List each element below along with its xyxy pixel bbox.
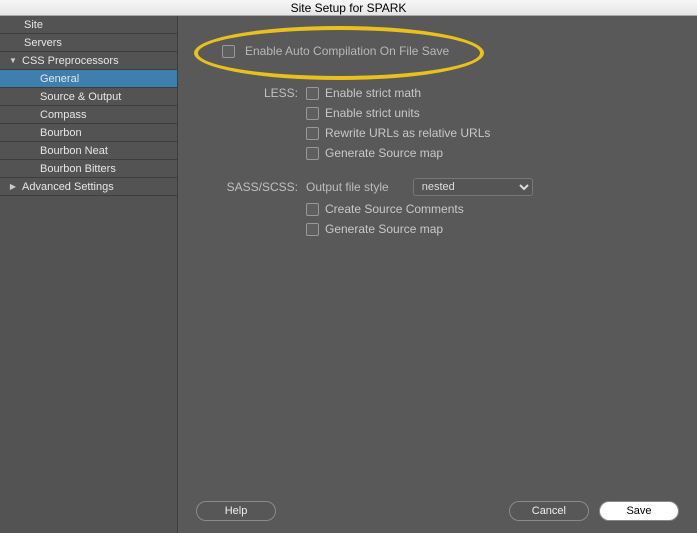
- less-strict-math-label: Enable strict math: [325, 86, 421, 100]
- less-rewrite-urls-label: Rewrite URLs as relative URLs: [325, 126, 490, 140]
- sidebar-item-site[interactable]: Site: [0, 16, 177, 34]
- chevron-right-icon: [6, 177, 20, 196]
- less-strict-units-checkbox[interactable]: [306, 107, 319, 120]
- sass-source-map-checkbox[interactable]: [306, 223, 319, 236]
- less-strict-units-label: Enable strict units: [325, 106, 420, 120]
- chevron-down-icon: [6, 51, 20, 70]
- enable-auto-compilation-checkbox[interactable]: [222, 45, 235, 58]
- less-rewrite-urls-checkbox[interactable]: [306, 127, 319, 140]
- content-pane: Enable Auto Compilation On File Save LES…: [178, 16, 697, 533]
- sass-create-comments-label: Create Source Comments: [325, 202, 464, 216]
- sass-create-comments-checkbox[interactable]: [306, 203, 319, 216]
- sidebar-item-bourbon-neat[interactable]: Bourbon Neat: [0, 142, 177, 160]
- less-strict-math-checkbox[interactable]: [306, 87, 319, 100]
- cancel-button[interactable]: Cancel: [509, 501, 589, 521]
- output-file-style-select[interactable]: nested: [413, 178, 533, 196]
- sidebar-item-bourbon[interactable]: Bourbon: [0, 124, 177, 142]
- less-source-map-label: Generate Source map: [325, 146, 443, 160]
- sidebar-item-source-output[interactable]: Source & Output: [0, 88, 177, 106]
- sidebar: Site Servers CSS Preprocessors General S…: [0, 16, 178, 533]
- less-source-map-checkbox[interactable]: [306, 147, 319, 160]
- sidebar-item-advanced-settings[interactable]: Advanced Settings: [0, 178, 177, 196]
- sass-source-map-label: Generate Source map: [325, 222, 443, 236]
- sidebar-item-general[interactable]: General: [0, 70, 177, 88]
- sidebar-item-bourbon-bitters[interactable]: Bourbon Bitters: [0, 160, 177, 178]
- save-button[interactable]: Save: [599, 501, 679, 521]
- sidebar-item-label: Advanced Settings: [22, 178, 114, 196]
- output-file-style-label: Output file style: [306, 180, 389, 194]
- window-title: Site Setup for SPARK: [0, 0, 697, 16]
- enable-auto-compilation-label: Enable Auto Compilation On File Save: [245, 44, 449, 58]
- dialog-footer: Help Cancel Save: [178, 501, 697, 521]
- sass-section-label: SASS/SCSS:: [206, 180, 306, 194]
- help-button[interactable]: Help: [196, 501, 276, 521]
- sidebar-item-servers[interactable]: Servers: [0, 34, 177, 52]
- sidebar-item-compass[interactable]: Compass: [0, 106, 177, 124]
- sidebar-item-css-preprocessors[interactable]: CSS Preprocessors: [0, 52, 177, 70]
- sidebar-item-label: CSS Preprocessors: [22, 52, 119, 70]
- less-section-label: LESS:: [206, 86, 306, 100]
